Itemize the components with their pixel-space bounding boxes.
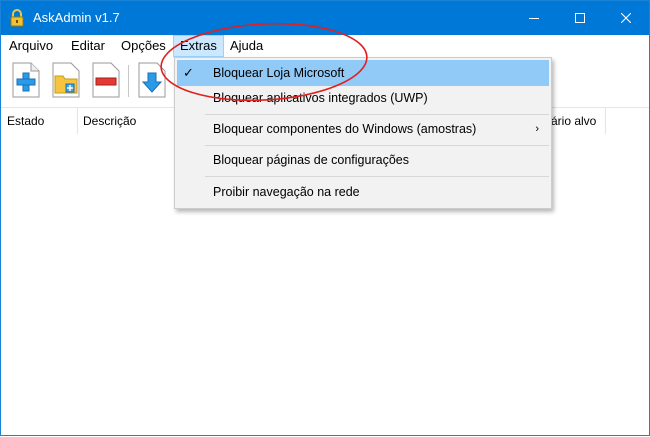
menu-separator bbox=[205, 176, 549, 177]
title-bar[interactable]: AskAdmin v1.7 bbox=[1, 1, 649, 35]
add-file-icon[interactable] bbox=[11, 62, 41, 98]
menu-item-block-settings[interactable]: Bloquear páginas de configurações bbox=[177, 147, 549, 173]
menu-separator bbox=[205, 114, 549, 115]
maximize-button[interactable] bbox=[557, 1, 603, 35]
menu-item-block-components[interactable]: Bloquear componentes do Windows (amostra… bbox=[177, 116, 549, 142]
menu-editar[interactable]: Editar bbox=[65, 35, 111, 57]
menu-item-block-store[interactable]: ✓ Bloquear Loja Microsoft bbox=[177, 60, 549, 86]
column-arquivo-alvo[interactable]: ário alvo bbox=[545, 108, 596, 134]
menu-separator bbox=[205, 145, 549, 146]
minimize-button[interactable] bbox=[511, 1, 557, 35]
app-window: AskAdmin v1.7 Arquivo Editar Opções Extr… bbox=[0, 0, 650, 436]
window-title: AskAdmin v1.7 bbox=[33, 10, 120, 25]
menu-opcoes[interactable]: Opções bbox=[115, 35, 172, 57]
checkmark-icon: ✓ bbox=[183, 65, 194, 80]
extras-dropdown-menu: ✓ Bloquear Loja Microsoft Bloquear aplic… bbox=[174, 57, 552, 209]
menu-item-block-network[interactable]: Proibir navegação na rede bbox=[177, 179, 549, 205]
remove-icon[interactable] bbox=[91, 62, 121, 98]
close-button[interactable] bbox=[603, 1, 649, 35]
menu-arquivo[interactable]: Arquivo bbox=[3, 35, 59, 57]
menu-bar: Arquivo Editar Opções Extras Ajuda bbox=[1, 35, 649, 57]
import-icon[interactable] bbox=[137, 62, 167, 98]
menu-item-block-uwp[interactable]: Bloquear aplicativos integrados (UWP) bbox=[177, 85, 549, 111]
column-descricao[interactable]: Descrição bbox=[77, 108, 136, 134]
lock-app-icon bbox=[9, 9, 25, 27]
menu-extras[interactable]: Extras bbox=[173, 35, 224, 57]
toolbar-separator bbox=[128, 65, 129, 97]
column-separator[interactable] bbox=[605, 108, 606, 134]
chevron-right-icon: › bbox=[535, 123, 539, 135]
column-estado[interactable]: Estado bbox=[1, 108, 44, 134]
menu-ajuda[interactable]: Ajuda bbox=[224, 35, 269, 57]
add-folder-icon[interactable] bbox=[51, 62, 81, 98]
